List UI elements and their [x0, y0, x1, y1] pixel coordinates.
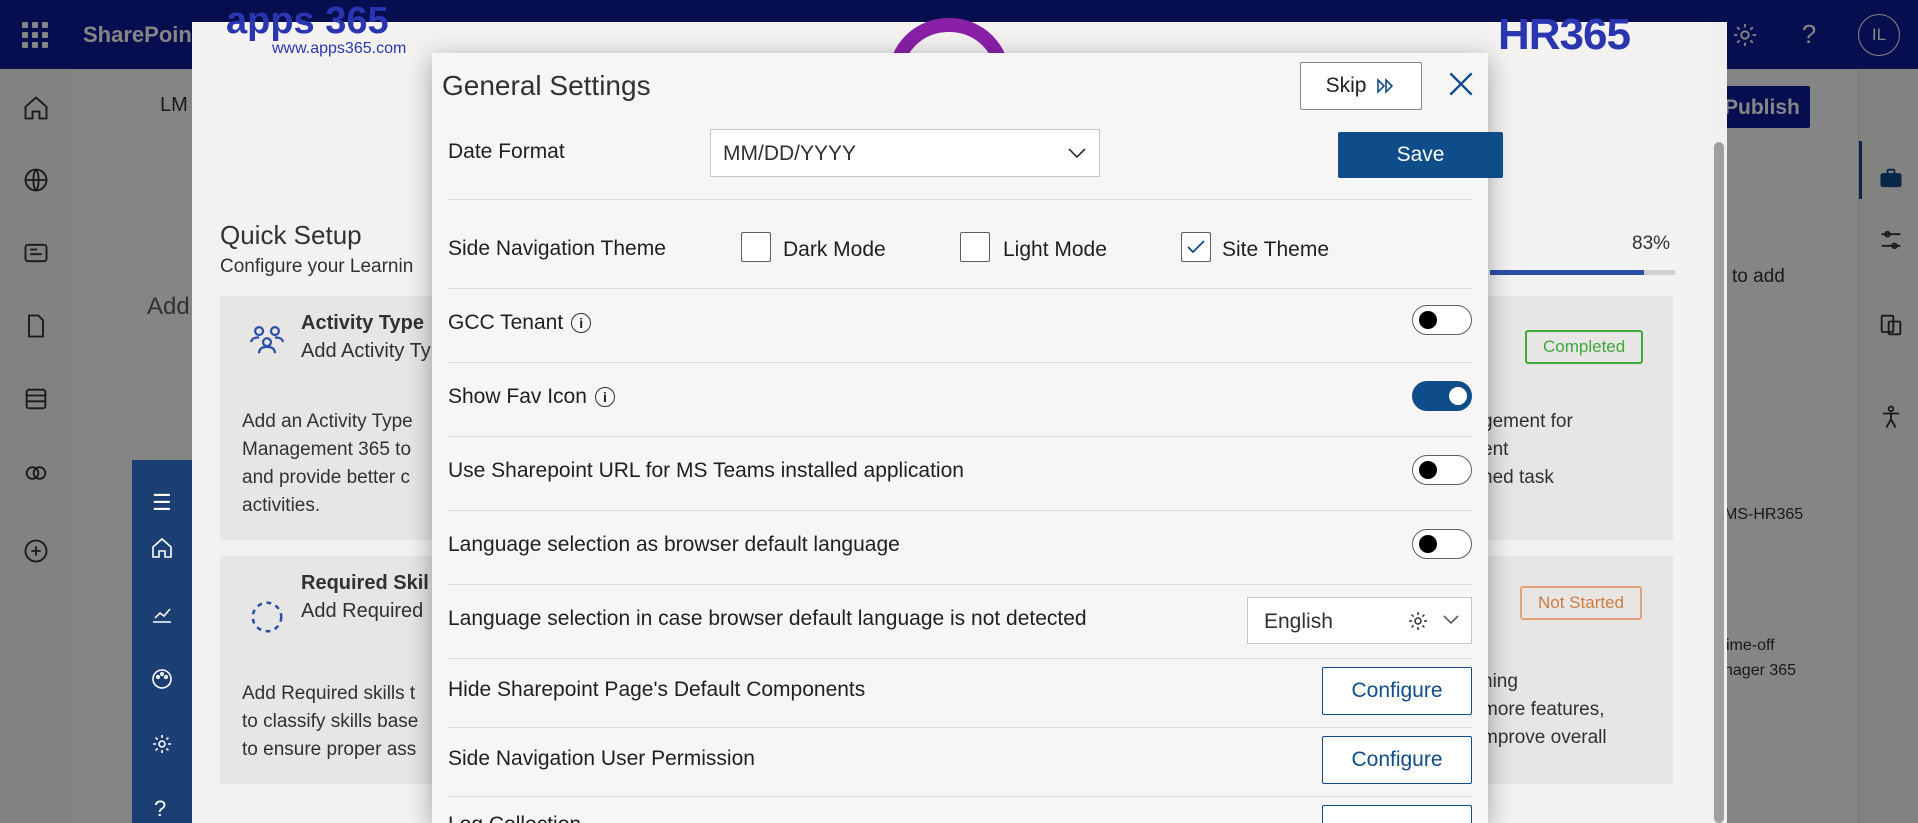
show-fav-icon-label: Show Fav Icon — [448, 385, 587, 408]
card-description: Add Required skills t to classify skills… — [242, 680, 418, 764]
inner-nav-rail: ☰ ? — [132, 460, 192, 823]
side-nav-theme-label: Side Navigation Theme — [448, 237, 666, 260]
sharepoint-url-row: Use Sharepoint URL for MS Teams installe… — [448, 437, 1472, 511]
desc-line: to ensure proper ass — [242, 739, 417, 760]
language-value: English — [1264, 610, 1333, 633]
hr365-logo-text: HR365 — [1498, 10, 1631, 59]
scrollbar-thumb[interactable] — [1714, 142, 1724, 823]
card-subtitle: Add Required — [301, 600, 424, 622]
side-nav-permission-configure-button[interactable]: Configure — [1322, 736, 1472, 784]
card-description-right: ning more features, mprove overall — [1482, 668, 1607, 752]
quick-setup-subtitle: Configure your Learnin — [220, 256, 414, 277]
help-icon[interactable]: ? — [154, 796, 166, 822]
info-icon[interactable]: i — [594, 387, 615, 407]
status-badge: Completed — [1525, 330, 1644, 364]
chart-icon[interactable] — [150, 602, 174, 626]
side-nav-permission-label: Side Navigation User Permission — [448, 747, 755, 770]
card-description: Add an Activity Type Management 365 to a… — [242, 408, 413, 520]
progress-bar — [1490, 270, 1675, 275]
modal-title: General Settings — [442, 70, 651, 101]
progress-fill — [1490, 270, 1644, 275]
close-icon[interactable] — [1445, 68, 1477, 100]
desc-line: ning — [1482, 671, 1518, 692]
sharepoint-url-toggle[interactable] — [1412, 455, 1472, 485]
hide-components-label: Hide Sharepoint Page's Default Component… — [448, 678, 866, 701]
light-mode-label: Light Mode — [1003, 238, 1107, 261]
quick-setup-title: Quick Setup — [220, 220, 362, 250]
desc-line: gement for — [1482, 411, 1573, 432]
lang-browser-default-toggle[interactable] — [1412, 529, 1472, 559]
lang-browser-default-label: Language selection as browser default la… — [448, 533, 900, 556]
date-format-select[interactable]: MM/DD/YYYY — [710, 129, 1100, 177]
dashed-circle-icon — [251, 601, 283, 633]
gcc-tenant-label: GCC Tenant — [448, 311, 564, 334]
save-button[interactable]: Save — [1338, 132, 1503, 178]
lang-browser-default-row: Language selection as browser default la… — [448, 511, 1472, 585]
chevron-down-icon — [1068, 148, 1086, 159]
apps365-url: www.apps365.com — [272, 40, 407, 57]
site-theme-checkbox[interactable] — [1181, 232, 1211, 262]
side-nav-permission-row: Side Navigation User Permission — [448, 728, 1472, 797]
hide-components-configure-button[interactable]: Configure — [1322, 667, 1472, 715]
lang-fallback-label: Language selection in case browser defau… — [448, 607, 1087, 630]
desc-line: Add Required skills t — [242, 683, 416, 704]
checkmark-icon — [1187, 240, 1205, 254]
log-collection-configure-button[interactable] — [1322, 805, 1472, 823]
home-icon[interactable] — [150, 536, 174, 560]
date-format-label: Date Format — [448, 140, 565, 163]
apps365-logo: apps 365 — [226, 0, 389, 42]
sharepoint-url-label: Use Sharepoint URL for MS Teams installe… — [448, 459, 964, 482]
date-format-value: MM/DD/YYYY — [723, 142, 857, 165]
desc-line: ned task — [1482, 467, 1554, 488]
log-collection-row: Log Collection — [448, 797, 1472, 823]
desc-line: activities. — [242, 495, 321, 516]
desc-line: ent — [1482, 439, 1509, 460]
menu-icon[interactable]: ☰ — [152, 490, 172, 516]
light-mode-checkbox[interactable] — [960, 232, 990, 262]
card-title: Required Skil — [301, 572, 429, 594]
show-fav-icon-toggle[interactable] — [1412, 381, 1472, 411]
desc-line: to classify skills base — [242, 711, 419, 732]
hide-components-row: Hide Sharepoint Page's Default Component… — [448, 659, 1472, 728]
card-description-right: gement for ent ned task — [1482, 408, 1573, 492]
progress-percent: 83% — [1632, 233, 1671, 254]
skip-label: Skip — [1325, 74, 1367, 97]
card-title: Activity Type — [301, 312, 424, 334]
hr365-logo: HR365 — [1498, 10, 1631, 60]
language-select[interactable]: English — [1247, 597, 1472, 644]
palette-icon[interactable] — [150, 667, 174, 691]
chevron-down-icon — [1443, 615, 1459, 625]
desc-line: Management 365 to — [242, 439, 412, 460]
card-subtitle: Add Activity Ty — [301, 340, 431, 362]
show-fav-icon-row: Show Fav Icon i — [448, 363, 1472, 437]
settings-icon[interactable] — [150, 732, 174, 756]
dark-mode-label: Dark Mode — [783, 238, 886, 261]
skip-button[interactable]: Skip — [1300, 62, 1422, 110]
gcc-tenant-row: GCC Tenant i — [448, 289, 1472, 363]
panel-scrollbar[interactable] — [1710, 22, 1727, 823]
gcc-tenant-toggle[interactable] — [1412, 305, 1472, 335]
desc-line: more features, — [1482, 699, 1605, 720]
desc-line: mprove overall — [1482, 727, 1607, 748]
desc-line: Add an Activity Type — [242, 411, 413, 432]
gear-icon — [1409, 612, 1427, 630]
status-badge: Not Started — [1520, 586, 1642, 620]
log-collection-label: Log Collection — [448, 813, 581, 823]
dark-mode-checkbox[interactable] — [741, 232, 771, 262]
info-icon[interactable]: i — [571, 313, 592, 333]
fast-forward-icon — [1377, 78, 1394, 94]
site-theme-label: Site Theme — [1222, 238, 1329, 261]
people-icon — [250, 326, 284, 354]
desc-line: and provide better c — [242, 467, 410, 488]
